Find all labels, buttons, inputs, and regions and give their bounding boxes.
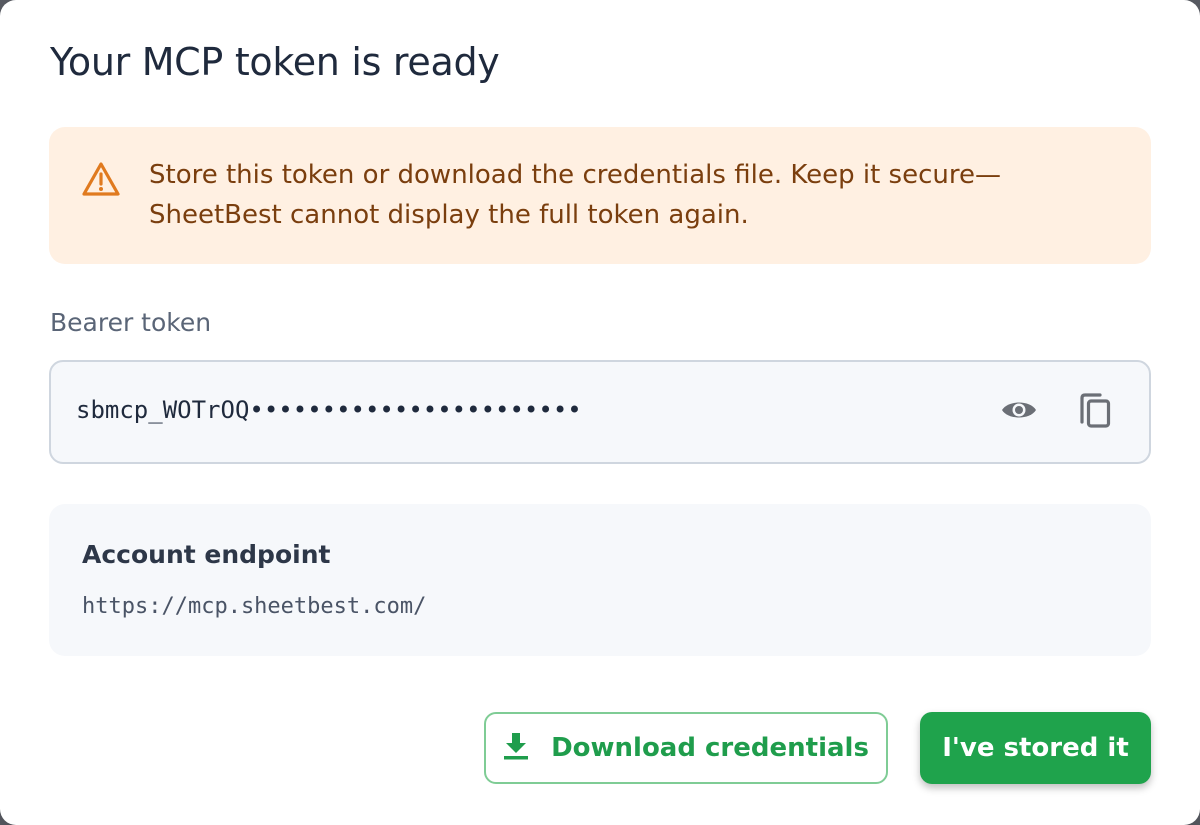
token-dialog: Your MCP token is ready Store this token… — [0, 0, 1200, 825]
download-credentials-button[interactable]: Download credentials — [484, 712, 888, 784]
endpoint-url[interactable]: https://mcp.sheetbest.com/ — [82, 594, 426, 619]
account-endpoint-panel: Account endpoint https://mcp.sheetbest.c… — [49, 504, 1151, 656]
endpoint-title: Account endpoint — [82, 540, 331, 569]
warning-line-2: SheetBest cannot display the full token … — [149, 200, 749, 230]
warning-message: Store this token or download the credent… — [149, 155, 1049, 235]
copy-token-button[interactable] — [1073, 390, 1117, 434]
warning-triangle-icon — [81, 161, 121, 197]
warning-banner: Store this token or download the credent… — [49, 127, 1151, 264]
download-credentials-label: Download credentials — [551, 733, 869, 763]
token-field[interactable]: sbmcp_WOTrOQ••••••••••••••••••••••• — [49, 360, 1151, 464]
bearer-token-label: Bearer token — [50, 308, 212, 337]
dialog-title: Your MCP token is ready — [50, 40, 500, 84]
warning-line-1: Store this token or download the credent… — [149, 160, 1001, 190]
confirm-stored-button[interactable]: I've stored it — [920, 712, 1151, 784]
confirm-stored-label: I've stored it — [942, 733, 1129, 763]
download-icon — [503, 732, 529, 765]
copy-icon — [1078, 391, 1112, 434]
token-value[interactable]: sbmcp_WOTrOQ••••••••••••••••••••••• — [76, 396, 582, 424]
reveal-token-button[interactable] — [997, 390, 1041, 434]
eye-icon — [1000, 397, 1038, 428]
